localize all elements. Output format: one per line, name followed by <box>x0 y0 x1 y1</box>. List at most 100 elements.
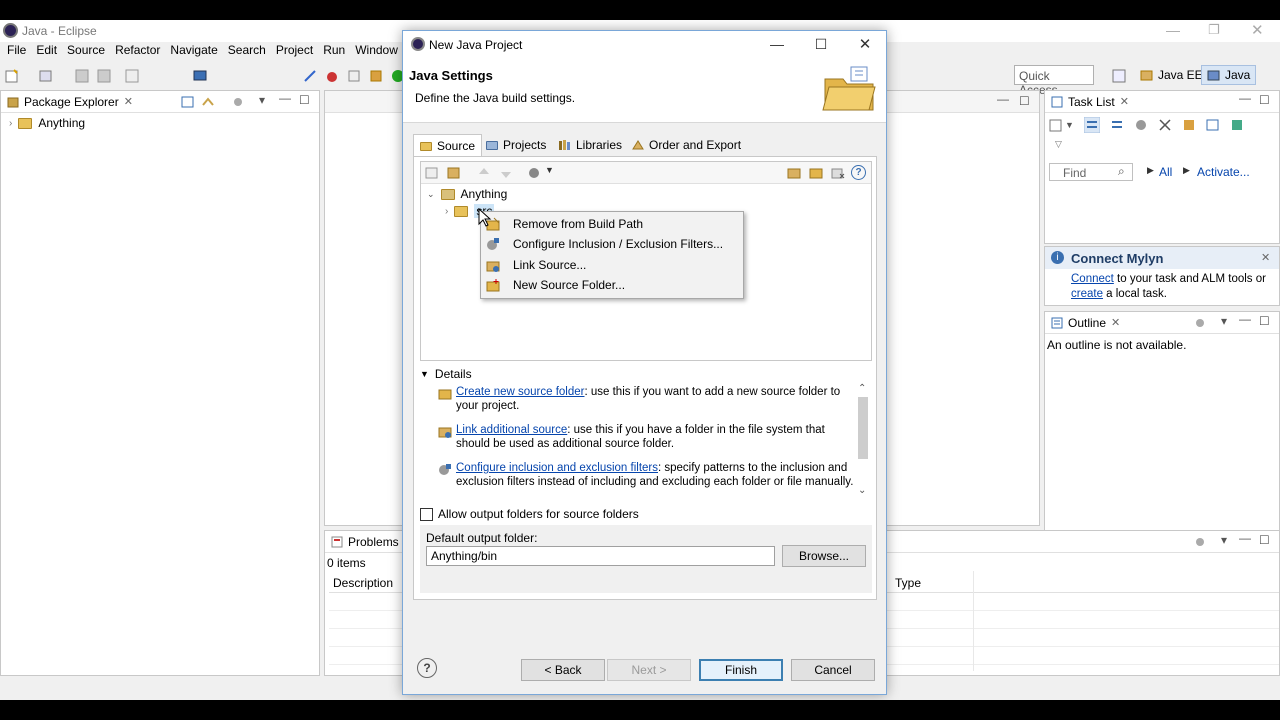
finish-button[interactable]: Finish <box>699 659 783 681</box>
activate-link[interactable]: Activate... <box>1197 165 1250 179</box>
run-icon[interactable] <box>346 68 362 84</box>
outline-filter-icon[interactable] <box>1193 316 1207 333</box>
editor-minimize-icon[interactable]: — <box>997 92 1009 106</box>
cancel-button[interactable]: Cancel <box>791 659 875 681</box>
configure-dropdown-icon[interactable]: ▼ <box>545 165 554 175</box>
scroll-down-icon[interactable]: ⌄ <box>858 485 866 496</box>
tab-source[interactable]: Source <box>413 134 483 157</box>
close-icon[interactable]: ✕ <box>1251 21 1264 39</box>
task-repositories-icon[interactable] <box>1230 118 1244 132</box>
filter-icon[interactable] <box>231 95 245 112</box>
menu-edit[interactable]: Edit <box>31 43 62 61</box>
save-icon[interactable] <box>74 68 90 84</box>
tree-item-project[interactable]: ⌄ Anything <box>427 187 507 201</box>
back-button[interactable]: < Back <box>521 659 605 681</box>
create-source-folder-link[interactable]: Create new source folder <box>456 386 584 398</box>
save-all-icon[interactable] <box>96 68 112 84</box>
menu-refactor[interactable]: Refactor <box>110 43 165 61</box>
scroll-up-icon[interactable]: ⌃ <box>858 383 866 394</box>
link-additional-source-link[interactable]: Link additional source <box>456 424 567 436</box>
problems-view-menu-icon[interactable]: ▾ <box>1221 533 1227 547</box>
new-task-icon[interactable] <box>1049 118 1063 132</box>
browse-button[interactable]: Browse... <box>782 545 866 567</box>
expand-all-icon[interactable] <box>425 166 439 183</box>
package-explorer-close-icon[interactable]: ✕ <box>124 95 133 108</box>
menu-configure-filters[interactable]: Configure Inclusion / Exclusion Filters.… <box>481 234 743 254</box>
package-explorer-title[interactable]: Package Explorer <box>24 95 119 109</box>
configure-icon[interactable] <box>527 166 541 183</box>
debug-icon[interactable] <box>324 68 340 84</box>
menu-remove-from-build-path[interactable]: Remove from Build Path <box>481 214 743 234</box>
hide-completed-icon[interactable] <box>1158 118 1172 132</box>
default-output-input[interactable] <box>426 546 775 566</box>
outline-minimize-icon[interactable]: — <box>1239 312 1251 326</box>
view-menu-icon[interactable]: ▾ <box>259 93 265 107</box>
outline-close-icon[interactable]: ✕ <box>1111 316 1120 329</box>
details-toggle[interactable]: ▼ Details <box>420 367 472 381</box>
problems-filter-icon[interactable] <box>1193 535 1207 552</box>
help-icon[interactable]: ? <box>417 658 437 678</box>
binary-icon[interactable] <box>124 68 140 84</box>
task-list-dropdown-icon[interactable]: ▽ <box>1055 139 1062 150</box>
problems-title[interactable]: Problems <box>348 535 399 549</box>
task-find-field[interactable]: Find ⌕ <box>1049 163 1133 181</box>
perspective-java-ee[interactable]: Java EE <box>1136 65 1207 85</box>
details-scrollbar[interactable]: ⌃ ⌄ <box>856 383 870 499</box>
terminal-icon[interactable] <box>192 68 208 84</box>
tab-projects[interactable]: Projects <box>480 134 552 156</box>
menu-search[interactable]: Search <box>223 43 271 61</box>
link-editor-icon[interactable] <box>201 95 215 112</box>
menu-link-source[interactable]: Link Source... <box>481 255 743 275</box>
task-list-maximize-icon[interactable]: ☐ <box>1259 93 1270 107</box>
minimize-icon[interactable]: — <box>1166 22 1180 38</box>
scheduled-icon[interactable] <box>1110 118 1124 132</box>
minimize-view-icon[interactable]: — <box>279 91 291 105</box>
search-icon[interactable]: ⌕ <box>1118 164 1125 179</box>
menu-project[interactable]: Project <box>271 43 318 61</box>
problems-minimize-icon[interactable]: — <box>1239 531 1251 545</box>
task-list-close-icon[interactable]: ✕ <box>1120 95 1129 108</box>
synchronize-icon[interactable] <box>1182 118 1196 132</box>
external-tools-icon[interactable] <box>368 68 384 84</box>
menu-navigate[interactable]: Navigate <box>165 43 222 61</box>
mylyn-connect-link[interactable]: Connect <box>1071 273 1114 285</box>
new-type-icon[interactable] <box>38 68 54 84</box>
menu-source[interactable]: Source <box>62 43 110 61</box>
allow-output-checkbox[interactable] <box>420 507 433 521</box>
allow-output-option[interactable]: Allow output folders for source folders <box>420 507 639 521</box>
outline-maximize-icon[interactable]: ☐ <box>1259 314 1270 328</box>
maximize-view-icon[interactable]: ☐ <box>299 93 310 107</box>
problems-maximize-icon[interactable]: ☐ <box>1259 533 1270 547</box>
chevron-down-icon[interactable]: ⌄ <box>427 189 435 200</box>
chevron-right-icon[interactable]: › <box>9 118 12 129</box>
dialog-close-icon[interactable]: ✕ <box>843 31 887 57</box>
task-list-title[interactable]: Task List <box>1068 95 1115 109</box>
tab-libraries[interactable]: Libraries <box>552 134 628 156</box>
menu-new-source-folder[interactable]: New Source Folder... <box>481 275 743 295</box>
help-toolbar-icon[interactable]: ? <box>851 165 866 180</box>
column-type[interactable]: Type <box>895 576 921 590</box>
mylyn-close-icon[interactable]: ✕ <box>1261 251 1270 264</box>
menu-run[interactable]: Run <box>318 43 350 61</box>
task-list-minimize-icon[interactable]: — <box>1239 91 1251 105</box>
menu-file[interactable]: File <box>2 43 31 61</box>
categorized-icon[interactable] <box>1083 117 1100 133</box>
restore-icon[interactable]: ❐ <box>1208 22 1220 38</box>
menu-window[interactable]: Window <box>350 43 403 61</box>
tab-order-export[interactable]: Order and Export <box>625 134 747 156</box>
mylyn-create-link[interactable]: create <box>1071 288 1103 300</box>
link-source-toolbar-icon[interactable] <box>787 166 801 183</box>
new-source-toolbar-icon[interactable] <box>809 166 823 183</box>
new-icon[interactable] <box>4 68 20 84</box>
collapse-tasks-icon[interactable] <box>1206 118 1220 132</box>
skip-breakpoints-icon[interactable] <box>302 68 318 84</box>
outline-title[interactable]: Outline <box>1068 316 1106 330</box>
tree-item-anything[interactable]: › Anything <box>9 116 85 130</box>
all-link[interactable]: All <box>1159 165 1172 179</box>
new-task-dropdown-icon[interactable]: ▼ <box>1065 120 1074 130</box>
collapse-tree-icon[interactable] <box>447 166 461 183</box>
quick-access-field[interactable]: Quick Access <box>1014 65 1094 97</box>
column-description[interactable]: Description <box>333 576 393 590</box>
collapse-all-icon[interactable] <box>181 95 195 112</box>
perspective-java[interactable]: Java <box>1201 65 1257 85</box>
